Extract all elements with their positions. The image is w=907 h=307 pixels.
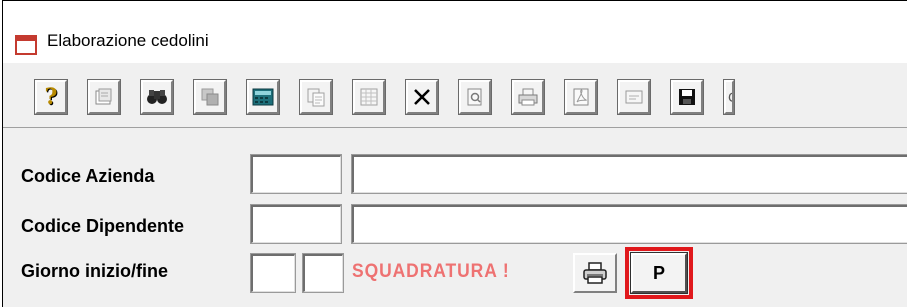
codice-azienda-code-input[interactable]	[253, 157, 340, 192]
window-title: Elaborazione cedolini	[47, 31, 209, 50]
printer-icon	[518, 88, 538, 106]
layers-button[interactable]	[193, 79, 227, 115]
giorno-inizio-field[interactable]	[250, 253, 296, 293]
find-button[interactable]	[140, 79, 174, 115]
calculator-button[interactable]	[246, 79, 280, 115]
codice-azienda-description-input[interactable]	[354, 157, 907, 192]
paste-button[interactable]	[299, 79, 333, 115]
floppy-disk-icon	[679, 89, 695, 105]
pdf-icon	[573, 88, 589, 106]
properties-button[interactable]	[87, 79, 121, 115]
pdf-button[interactable]	[564, 79, 598, 115]
codice-azienda-description-field[interactable]	[351, 154, 907, 194]
preview-button[interactable]	[458, 79, 492, 115]
app-icon	[15, 35, 37, 55]
codice-dipendente-description-field[interactable]	[351, 204, 907, 244]
print-preview-icon	[467, 88, 482, 106]
binoculars-icon	[147, 90, 167, 104]
codice-dipendente-label: Codice Dipendente	[21, 216, 185, 236]
close-icon	[414, 89, 430, 105]
note-button[interactable]	[617, 79, 651, 115]
grid-button[interactable]	[352, 79, 386, 115]
giorno-inizio-input[interactable]	[253, 256, 294, 291]
print-report-button[interactable]	[573, 253, 617, 293]
partial-button[interactable]: C	[723, 79, 735, 115]
properties-icon	[95, 88, 112, 105]
codice-dipendente-description-input[interactable]	[354, 207, 907, 242]
printer-icon	[583, 262, 607, 284]
note-icon	[625, 90, 643, 104]
codice-dipendente-code-field[interactable]	[250, 204, 342, 244]
delete-button[interactable]	[405, 79, 439, 115]
giorno-fine-field[interactable]	[302, 253, 344, 293]
window: Elaborazione cedolini ? Codice Azienda C…	[2, 0, 907, 307]
table-icon	[360, 88, 378, 106]
squadratura-warning: SQUADRATURA !	[352, 261, 510, 282]
copy-document-icon	[307, 88, 325, 107]
print-button[interactable]	[511, 79, 545, 115]
codice-dipendente-code-input[interactable]	[253, 207, 340, 242]
giorno-fine-input[interactable]	[305, 256, 342, 291]
codice-azienda-code-field[interactable]	[250, 154, 342, 194]
title-bar[interactable]: Elaborazione cedolini	[3, 1, 907, 64]
p-button[interactable]: P	[630, 252, 688, 294]
save-button[interactable]	[670, 79, 704, 115]
giorno-inizio-fine-label: Giorno inizio/fine	[21, 261, 168, 281]
layers-icon	[201, 88, 219, 106]
help-button[interactable]: ?	[34, 79, 68, 115]
partial-button-icon: C	[728, 90, 732, 104]
codice-azienda-label: Codice Azienda	[21, 166, 155, 186]
question-icon: ?	[44, 84, 58, 110]
form-panel: Codice Azienda Codice Dipendente Giorno …	[3, 128, 907, 307]
calculator-icon	[252, 88, 274, 106]
toolbar: ?	[3, 63, 907, 128]
